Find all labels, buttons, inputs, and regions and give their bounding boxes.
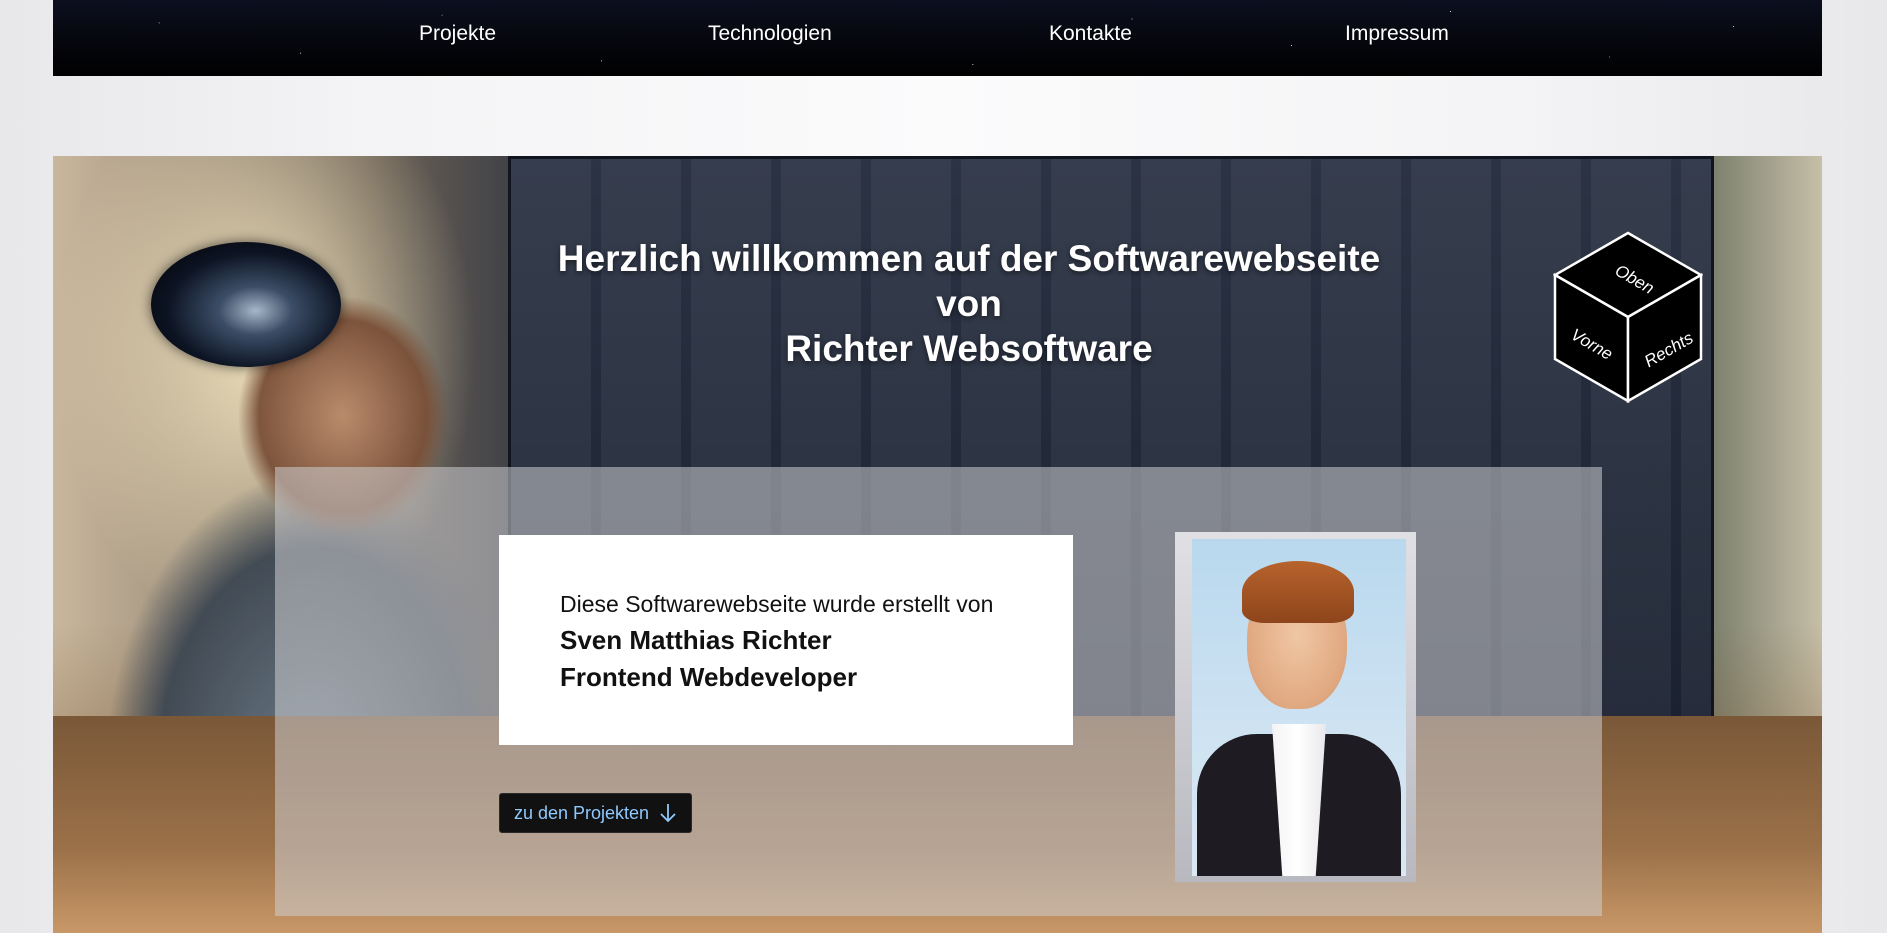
- author-role: Frontend Webdeveloper: [560, 662, 858, 692]
- globe-icon: [151, 242, 341, 367]
- rotating-cube[interactable]: Oben Vorne Rechts: [1553, 231, 1703, 403]
- author-name: Sven Matthias Richter: [560, 625, 832, 655]
- arrow-down-icon: [660, 804, 676, 823]
- nav-link-impressum[interactable]: Impressum: [1345, 22, 1449, 46]
- hero-title-line2: von: [936, 283, 1002, 324]
- author-intro-text: Diese Softwarewebseite wurde erstellt vo…: [560, 591, 994, 617]
- author-info-card: Diese Softwarewebseite wurde erstellt vo…: [499, 535, 1073, 745]
- to-projects-label: zu den Projekten: [513, 802, 650, 823]
- top-navbar: Projekte Technologien Kontakte Impressum: [53, 0, 1822, 76]
- hero-title-line3: Richter Websoftware: [785, 328, 1153, 369]
- to-projects-button[interactable]: zu den Projekten: [499, 793, 692, 833]
- nav-link-technologien[interactable]: Technologien: [708, 22, 832, 46]
- photo-hair: [1242, 561, 1354, 623]
- cube-icon: Oben Vorne Rechts: [1553, 231, 1703, 403]
- author-photo: [1192, 539, 1406, 876]
- hero-title: Herzlich willkommen auf der Softwarewebs…: [453, 236, 1485, 371]
- hero-section: Herzlich willkommen auf der Softwarewebs…: [53, 156, 1822, 933]
- nav-link-kontakte[interactable]: Kontakte: [1049, 22, 1132, 46]
- author-photo-frame: [1175, 532, 1416, 882]
- hero-title-line1: Herzlich willkommen auf der Softwarewebs…: [557, 238, 1381, 279]
- nav-link-projekte[interactable]: Projekte: [419, 22, 496, 46]
